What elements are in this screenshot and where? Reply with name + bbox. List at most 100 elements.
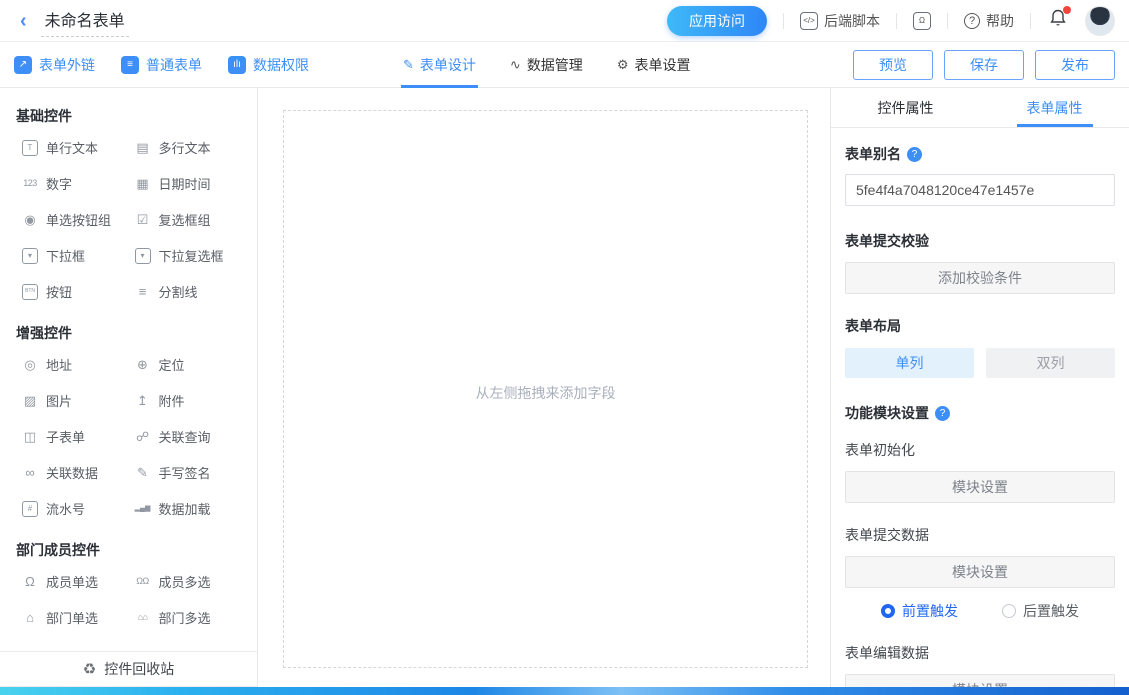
panel-body: 表单别名 ? 表单提交校验 添加校验条件 表单布局 单列 双列 功能模块设置 ?… [831, 128, 1129, 687]
preview-button[interactable]: 预览 [853, 50, 933, 80]
checkbox-icon: ☑ [135, 212, 151, 228]
departments-icon: ⌂⌂ [135, 610, 151, 626]
form-alias-label: 表单别名 ? [845, 144, 1115, 164]
radio-unselected-icon [1002, 604, 1016, 618]
tab-form-design[interactable]: ✎ 表单设计 [403, 42, 476, 88]
control-multi-line-text[interactable]: ▤多行文本 [135, 138, 248, 157]
control-member-single[interactable]: Ω成员单选 [22, 572, 135, 591]
pen-icon: ✎ [135, 465, 151, 481]
upload-icon: ↥ [135, 393, 151, 409]
section-title-enhanced-controls: 增强控件 [0, 319, 257, 353]
post-trigger-radio[interactable]: 后置触发 [1002, 601, 1079, 621]
control-address[interactable]: ◎地址 [22, 355, 135, 374]
control-number[interactable]: 123数字 [22, 174, 135, 193]
control-single-line-text[interactable]: T单行文本 [22, 138, 135, 157]
top-bar: ‹ 未命名表单 应用访问 </> 后端脚本 Ω ? 帮助 [0, 0, 1129, 42]
crosshair-icon: ⊕ [135, 357, 151, 373]
control-radio-group[interactable]: ◉单选按钮组 [22, 210, 135, 229]
form-submit-data-label: 表单提交数据 [845, 525, 1115, 545]
external-link-icon: ↗ [14, 56, 32, 74]
control-signature[interactable]: ✎手写签名 [135, 463, 248, 482]
tab-data-management[interactable]: ∿ 数据管理 [510, 42, 583, 88]
form-settings-icon: ⚙ [617, 57, 629, 73]
mode-normal-form[interactable]: ≡ 普通表单 [121, 55, 202, 75]
bar-chart-icon: ılı [228, 56, 246, 74]
control-related-query[interactable]: ☍关联查询 [135, 427, 248, 446]
tab-control-properties[interactable]: 控件属性 [831, 88, 980, 127]
form-alias-input[interactable] [845, 174, 1115, 206]
control-department-multi[interactable]: ⌂⌂部门多选 [135, 608, 248, 627]
department-icon: ⌂ [22, 610, 38, 626]
control-select[interactable]: ▾下拉框 [22, 246, 135, 265]
control-multi-select[interactable]: ▾下拉复选框 [135, 246, 248, 265]
pre-trigger-radio[interactable]: 前置触发 [881, 601, 958, 621]
main-area: 基础控件 T单行文本 ▤多行文本 123数字 ▦日期时间 ◉单选按钮组 ☑复选框… [0, 88, 1129, 687]
backend-script-button[interactable]: </> 后端脚本 [800, 11, 880, 31]
mode-external-link[interactable]: ↗ 表单外链 [14, 55, 95, 75]
form-submit-trigger-group: 前置触发 后置触发 [845, 601, 1115, 621]
control-member-multi[interactable]: ΩΩ成员多选 [135, 572, 248, 591]
toolbar-actions: 预览 保存 发布 [853, 50, 1115, 80]
chart-icon: ▂▄▆ [135, 501, 151, 517]
back-icon[interactable]: ‹ [20, 11, 27, 31]
tab-form-settings[interactable]: ⚙ 表单设置 [617, 42, 691, 88]
tab-label: 数据管理 [527, 55, 583, 75]
layout-double-column-button[interactable]: 双列 [986, 348, 1115, 378]
enhanced-controls-grid: ◎地址 ⊕定位 ▨图片 ↥附件 ◫子表单 ☍关联查询 ∞关联数据 ✎手写签名 #… [0, 353, 257, 536]
radio-selected-icon [881, 604, 895, 618]
control-divider[interactable]: ≡分割线 [135, 282, 248, 301]
app-access-button[interactable]: 应用访问 [667, 6, 767, 36]
multi-line-text-icon: ▤ [135, 140, 151, 156]
drop-zone[interactable]: 从左侧拖拽来添加字段 [283, 110, 808, 668]
section-title-basic-controls: 基础控件 [0, 102, 257, 136]
mode-label: 数据权限 [253, 55, 309, 75]
control-location[interactable]: ⊕定位 [135, 355, 248, 374]
form-edit-data-label: 表单编辑数据 [845, 643, 1115, 663]
control-data-load[interactable]: ▂▄▆数据加载 [135, 499, 248, 518]
module-settings-label: 功能模块设置 ? [845, 403, 1115, 423]
image-icon: ▨ [22, 393, 38, 409]
control-sub-form[interactable]: ◫子表单 [22, 427, 135, 446]
form-title[interactable]: 未命名表单 [41, 5, 129, 37]
form-init-module-button[interactable]: 模块设置 [845, 471, 1115, 503]
alias-help-icon[interactable]: ? [907, 147, 922, 162]
module-settings-help-icon[interactable]: ? [935, 406, 950, 421]
calendar-icon: ▦ [135, 176, 151, 192]
control-datetime[interactable]: ▦日期时间 [135, 174, 248, 193]
control-recycle-bin[interactable]: ♻ 控件回收站 [0, 651, 257, 687]
form-canvas[interactable]: 从左侧拖拽来添加字段 [258, 88, 830, 687]
save-button[interactable]: 保存 [944, 50, 1024, 80]
control-checkbox-group[interactable]: ☑复选框组 [135, 210, 248, 229]
document-icon: ≡ [121, 56, 139, 74]
control-image[interactable]: ▨图片 [22, 391, 135, 410]
publish-button[interactable]: 发布 [1035, 50, 1115, 80]
tab-label: 表单设置 [634, 55, 690, 75]
control-related-data[interactable]: ∞关联数据 [22, 463, 135, 482]
add-validation-button[interactable]: 添加校验条件 [845, 262, 1115, 294]
control-serial-number[interactable]: #流水号 [22, 499, 135, 518]
toolbar: ↗ 表单外链 ≡ 普通表单 ılı 数据权限 ✎ 表单设计 ∿ 数据管理 ⚙ 表… [0, 42, 1129, 88]
mode-data-permission[interactable]: ılı 数据权限 [228, 55, 309, 75]
help-label: 帮助 [986, 11, 1014, 31]
form-edit-module-button[interactable]: 模块设置 [845, 674, 1115, 687]
tab-form-properties[interactable]: 表单属性 [980, 88, 1129, 127]
form-designer-page: ‹ 未命名表单 应用访问 </> 后端脚本 Ω ? 帮助 ↗ [0, 0, 1129, 695]
control-attachment[interactable]: ↥附件 [135, 391, 248, 410]
help-button[interactable]: ? 帮助 [964, 11, 1014, 31]
canvas-placeholder: 从左侧拖拽来添加字段 [284, 383, 807, 403]
form-submit-module-button[interactable]: 模块设置 [845, 556, 1115, 588]
member-controls-grid: Ω成员单选 ΩΩ成员多选 ⌂部门单选 ⌂⌂部门多选 [0, 570, 257, 645]
control-button[interactable]: BTN按钮 [22, 282, 135, 301]
layout-single-column-button[interactable]: 单列 [845, 348, 974, 378]
data-management-icon: ∿ [510, 57, 521, 73]
recycle-icon: ♻ [83, 660, 96, 678]
controls-sidebar: 基础控件 T单行文本 ▤多行文本 123数字 ▦日期时间 ◉单选按钮组 ☑复选框… [0, 88, 258, 687]
separator [1030, 13, 1031, 29]
radio-icon: ◉ [22, 212, 38, 228]
user-avatar[interactable] [1085, 6, 1115, 36]
notification-bell-button[interactable] [1049, 9, 1067, 33]
form-design-icon: ✎ [403, 57, 414, 73]
mode-label: 表单外链 [39, 55, 95, 75]
address-book-button[interactable]: Ω [913, 12, 931, 30]
control-department-single[interactable]: ⌂部门单选 [22, 608, 135, 627]
